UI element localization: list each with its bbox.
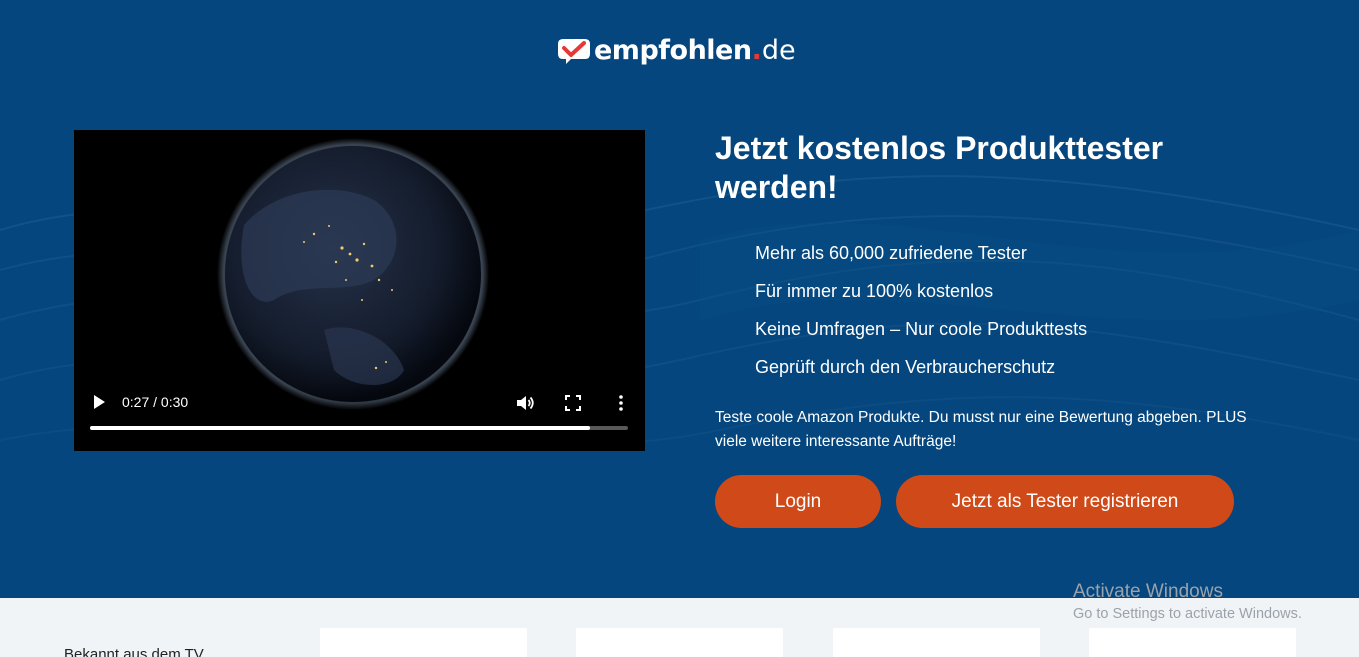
- feature-item: Mehr als 60,000 zufriedene Tester: [755, 243, 1027, 263]
- tv-logo-card: [1089, 628, 1296, 657]
- volume-icon[interactable]: [515, 393, 535, 413]
- logo-speech-bubble-icon: [558, 39, 590, 64]
- tv-logo-card: [833, 628, 1040, 657]
- video-time-display: 0:27 / 0:30: [122, 394, 189, 410]
- logo-dot: .: [751, 34, 762, 66]
- feature-list: Mehr als 60,000 zufriedene Tester Für im…: [755, 240, 1087, 392]
- logo-wordmark: empfohlen: [594, 34, 752, 66]
- hero-description: Teste coole Amazon Produkte. Du musst nu…: [715, 409, 1247, 450]
- watermark-title: Activate Windows: [1073, 581, 1223, 602]
- login-button[interactable]: Login: [715, 475, 881, 528]
- register-button[interactable]: Jetzt als Tester registrieren: [896, 475, 1234, 528]
- windows-activation-watermark: Activate Windows Go to Settings to activ…: [1073, 580, 1302, 624]
- watermark-subtitle: Go to Settings to activate Windows.: [1073, 606, 1302, 622]
- video-progress-bar[interactable]: [90, 426, 628, 430]
- video-controls-overlay: [74, 381, 645, 451]
- play-icon[interactable]: [92, 394, 106, 410]
- page-headline: Jetzt kostenlos Produkttester werden!: [715, 130, 1164, 205]
- video-player[interactable]: 0:27 / 0:30: [74, 130, 645, 451]
- more-options-icon[interactable]: [614, 393, 628, 413]
- tv-logo-card: [576, 628, 783, 657]
- video-progress-fill: [90, 426, 591, 430]
- brand-logo[interactable]: empfohlen. de: [557, 30, 796, 70]
- feature-item: Für immer zu 100% kostenlos: [755, 281, 994, 301]
- feature-item: Keine Umfragen – Nur coole Produkttests: [755, 319, 1088, 339]
- logo-tld: de: [761, 34, 796, 66]
- hero-section: empfohlen. de 0:27 / 0:30 Jetzt kostenlo…: [0, 0, 1359, 598]
- tv-section-label: Bekannt aus dem TV: [64, 646, 204, 657]
- tv-logo-card: [320, 628, 527, 657]
- fullscreen-icon[interactable]: [564, 394, 582, 412]
- feature-item: Geprüft durch den Verbraucherschutz: [755, 357, 1056, 377]
